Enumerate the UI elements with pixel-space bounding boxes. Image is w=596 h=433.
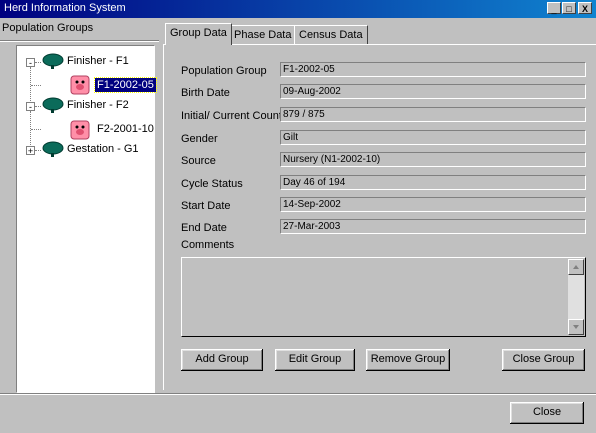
field-label-start-date: Start Date: [181, 200, 231, 212]
gender-field: Gilt: [280, 130, 586, 145]
maximize-button[interactable]: □: [562, 2, 576, 14]
field-label-birth-date: Birth Date: [181, 87, 230, 99]
header-divider: [0, 40, 159, 42]
population-group-field: F1-2002-05: [280, 62, 586, 77]
pig-icon: [70, 120, 90, 143]
tree-item-f1-2002-05[interactable]: F1-2002-05: [94, 77, 157, 93]
tree-item-f2-2001-10[interactable]: F2-2001-10: [97, 123, 154, 135]
field-label-count: Initial/ Current Count: [181, 110, 282, 122]
scroll-up-button[interactable]: [568, 259, 584, 275]
tree-line: [31, 85, 41, 86]
source-field: Nursery (N1-2002-10): [280, 152, 586, 167]
add-group-button[interactable]: Add Group: [181, 349, 263, 371]
scroll-down-button[interactable]: [568, 319, 584, 335]
field-label-gender: Gender: [181, 133, 218, 145]
tree-item-finisher-f2[interactable]: Finisher - F2: [67, 99, 129, 111]
start-date-field: 14-Sep-2002: [280, 197, 586, 212]
collapse-toggle[interactable]: -: [26, 58, 35, 68]
collapse-toggle[interactable]: -: [26, 102, 35, 112]
bottom-divider: [0, 393, 596, 395]
tree-line: [31, 129, 41, 130]
tree-item-finisher-f1[interactable]: Finisher - F1: [67, 55, 129, 67]
tree-line: [35, 106, 41, 107]
comments-textarea[interactable]: [181, 257, 586, 337]
edit-group-button[interactable]: Edit Group: [275, 349, 355, 371]
comments-label: Comments: [181, 239, 235, 251]
pig-icon: [70, 75, 90, 98]
end-date-field: 27-Mar-2003: [280, 219, 586, 234]
tree-group-icon: [42, 141, 64, 160]
remove-group-button[interactable]: Remove Group: [366, 349, 450, 371]
tree-line: [30, 111, 31, 129]
tree-group-icon: [42, 97, 64, 116]
field-label-population-group: Population Group: [181, 65, 267, 77]
tree-group-icon: [42, 53, 64, 72]
tree-line: [35, 62, 41, 63]
population-groups-label: Population Groups: [2, 22, 94, 34]
scroll-up-arrow-icon: [573, 265, 579, 269]
tab-phase-data[interactable]: Phase Data: [229, 25, 297, 44]
tree-line: [35, 150, 41, 151]
population-groups-header: Population Groups: [2, 22, 157, 38]
field-label-source: Source: [181, 155, 216, 167]
scroll-down-arrow-icon: [573, 325, 579, 329]
count-field: 879 / 875: [280, 107, 586, 122]
close-window-button[interactable]: X: [578, 2, 592, 14]
cycle-status-field: Day 46 of 194: [280, 175, 586, 190]
title-bar[interactable]: Herd Information System _ □ X: [0, 0, 596, 18]
close-group-button[interactable]: Close Group: [502, 349, 585, 371]
tab-group-data[interactable]: Group Data: [165, 23, 232, 45]
tree-item-gestation-g1[interactable]: Gestation - G1: [67, 143, 139, 155]
tab-census-data[interactable]: Census Data: [294, 25, 368, 44]
field-label-end-date: End Date: [181, 222, 227, 234]
window-title: Herd Information System: [4, 2, 126, 14]
minimize-button[interactable]: _: [547, 2, 561, 14]
field-label-cycle-status: Cycle Status: [181, 178, 243, 190]
birth-date-field: 09-Aug-2002: [280, 84, 586, 99]
close-button[interactable]: Close: [510, 402, 584, 424]
expand-toggle[interactable]: +: [26, 146, 35, 156]
